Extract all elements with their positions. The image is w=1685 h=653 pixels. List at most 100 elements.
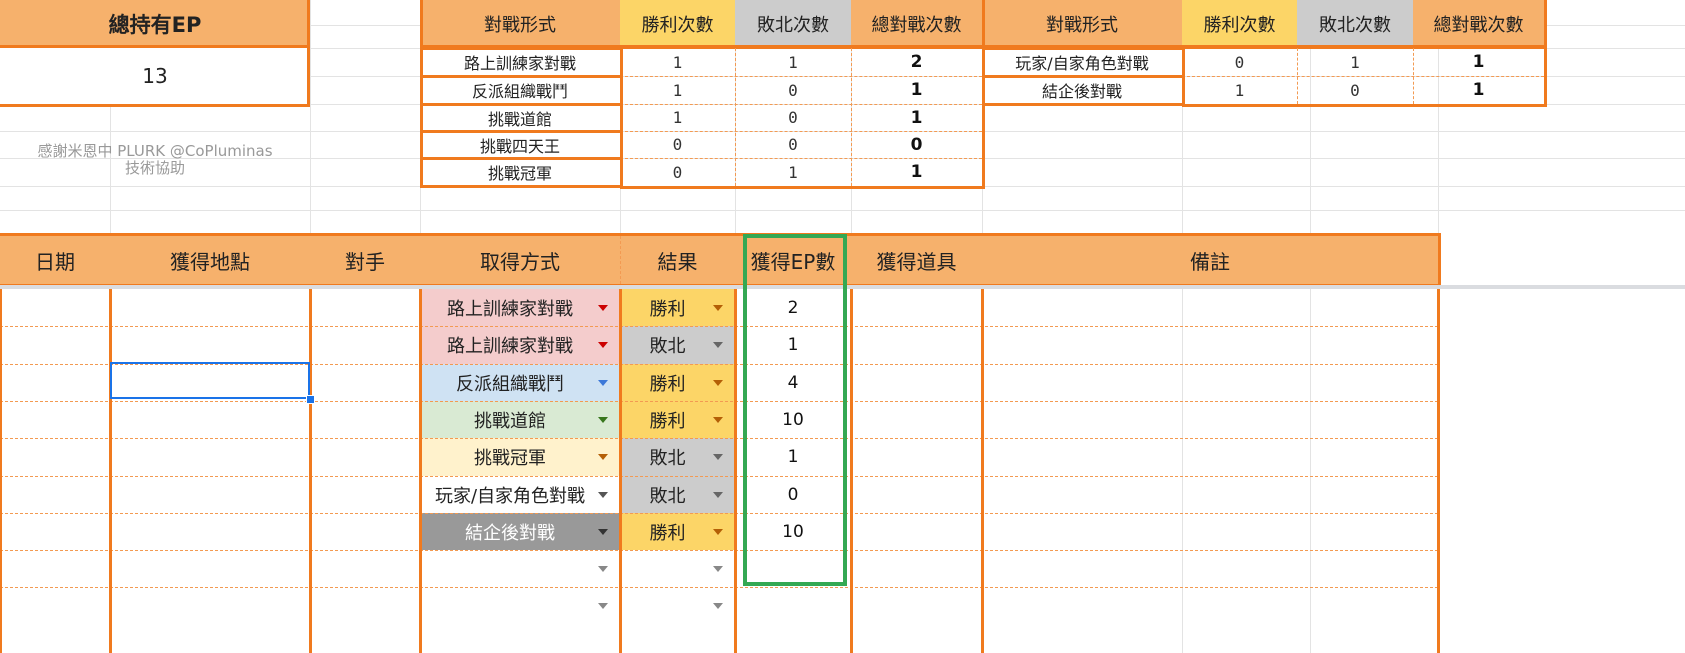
stats-header[interactable]: 勝利次數 [1182, 0, 1297, 48]
chevron-down-icon[interactable] [713, 342, 723, 348]
result-dropdown[interactable]: 勝利 [622, 401, 735, 438]
stats-cell-win[interactable]: 1 [620, 104, 735, 131]
header-location[interactable]: 獲得地點 [110, 236, 310, 284]
header-opponent[interactable]: 對手 [310, 236, 420, 284]
stats-header[interactable]: 總對戰次數 [851, 0, 982, 48]
grid-line [0, 186, 1685, 187]
stats-cell-type[interactable]: 挑戰冠軍 [420, 158, 620, 186]
stats-cell-type[interactable]: 反派組織戰鬥 [420, 76, 620, 104]
stats-cell-win[interactable]: 0 [620, 131, 735, 158]
method-dropdown[interactable]: 挑戰冠軍 [422, 438, 620, 476]
ep-value[interactable]: 4 [735, 364, 851, 401]
stats-cell-type[interactable]: 挑戰道館 [420, 104, 620, 131]
result-dropdown[interactable]: 勝利 [622, 513, 735, 550]
spreadsheet-grid[interactable]: 總持有EP 13 感謝米恩中 PLURK @CoPluminas 技術協助 對戰… [0, 0, 1685, 653]
stats-cell-type[interactable]: 玩家/自家角色對戰 [982, 48, 1182, 76]
result-dropdown[interactable] [622, 550, 735, 587]
stats-header[interactable]: 總對戰次數 [1413, 0, 1544, 48]
header-method[interactable]: 取得方式 [420, 236, 620, 284]
chevron-down-icon[interactable] [598, 379, 608, 386]
result-value: 敗北 [649, 448, 686, 469]
stats-cell-total[interactable]: 1 [1413, 48, 1544, 76]
stats-cell-total[interactable]: 1 [851, 104, 982, 131]
stats-cell-type[interactable]: 挑戰四天王 [420, 131, 620, 158]
credit-line-2: 技術協助 [124, 159, 185, 177]
result-dropdown[interactable] [622, 587, 735, 625]
chevron-down-icon[interactable] [713, 603, 723, 609]
result-dropdown[interactable]: 敗北 [622, 326, 735, 364]
ep-value[interactable]: 1 [735, 326, 851, 364]
fill-handle[interactable] [306, 395, 315, 404]
method-dropdown[interactable]: 反派組織戰鬥 [422, 364, 620, 401]
chevron-down-icon[interactable] [713, 454, 723, 460]
stats-cell-total[interactable]: 1 [851, 76, 982, 104]
result-dropdown[interactable]: 敗北 [622, 438, 735, 476]
chevron-down-icon[interactable] [713, 565, 723, 572]
chevron-down-icon[interactable] [713, 416, 723, 423]
ep-value[interactable] [735, 550, 851, 587]
stats-cell-loss[interactable]: 1 [735, 158, 851, 186]
ep-value[interactable] [735, 587, 851, 625]
stats-cell-loss[interactable]: 1 [1297, 48, 1413, 76]
method-dropdown[interactable] [422, 550, 620, 587]
method-value: 玩家/自家角色對戰 [434, 485, 586, 507]
stats-header[interactable]: 敗北次數 [1297, 0, 1413, 48]
stats-cell-win[interactable]: 0 [620, 158, 735, 186]
chevron-down-icon[interactable] [598, 342, 608, 348]
method-dropdown[interactable]: 玩家/自家角色對戰 [422, 476, 620, 513]
stats-header[interactable]: 對戰形式 [420, 0, 620, 48]
chevron-down-icon[interactable] [598, 454, 608, 460]
stats-cell-total[interactable]: 0 [851, 131, 982, 158]
chevron-down-icon[interactable] [713, 528, 723, 535]
chevron-down-icon[interactable] [598, 603, 608, 609]
method-dropdown[interactable]: 路上訓練家對戰 [422, 289, 620, 326]
ep-value[interactable]: 10 [735, 513, 851, 550]
chevron-down-icon[interactable] [713, 304, 723, 311]
chevron-down-icon[interactable] [598, 416, 608, 423]
stats-cell-win[interactable]: 0 [1182, 48, 1297, 76]
stats-cell-total[interactable]: 1 [1413, 76, 1544, 104]
header-ep[interactable]: 獲得EP數 [735, 236, 851, 284]
result-dropdown[interactable]: 敗北 [622, 476, 735, 513]
stats-cell-type[interactable]: 結企後對戰 [982, 76, 1182, 104]
log-row-divider [0, 326, 1438, 327]
ep-value[interactable]: 1 [735, 438, 851, 476]
stats-cell-loss[interactable]: 0 [735, 76, 851, 104]
log-row-divider [0, 513, 1438, 514]
stats-header[interactable]: 敗北次數 [735, 0, 851, 48]
stats-cell-loss[interactable]: 0 [735, 131, 851, 158]
chevron-down-icon[interactable] [598, 491, 608, 498]
header-items[interactable]: 獲得道具 [851, 236, 982, 284]
stats-cell-total[interactable]: 2 [851, 48, 982, 76]
header-date[interactable]: 日期 [0, 236, 110, 284]
ep-value[interactable]: 0 [735, 476, 851, 513]
stats-row-divider [1182, 76, 1544, 77]
stats-cell-total[interactable]: 1 [851, 158, 982, 186]
selected-cell[interactable] [110, 362, 310, 399]
method-dropdown[interactable]: 挑戰道館 [422, 401, 620, 438]
header-notes[interactable]: 備註 [982, 236, 1438, 284]
stats-cell-loss[interactable]: 0 [735, 104, 851, 131]
ep-value[interactable]: 10 [735, 401, 851, 438]
stats-header[interactable]: 勝利次數 [620, 0, 735, 48]
result-dropdown[interactable]: 勝利 [622, 364, 735, 401]
stats-cell-win[interactable]: 1 [620, 76, 735, 104]
stats-cell-type[interactable]: 路上訓練家對戰 [420, 48, 620, 76]
method-dropdown[interactable] [422, 587, 620, 625]
ep-value[interactable]: 2 [735, 289, 851, 326]
log-column-border [1437, 289, 1440, 653]
stats-cell-win[interactable]: 1 [620, 48, 735, 76]
chevron-down-icon[interactable] [713, 379, 723, 386]
stats-header[interactable]: 對戰形式 [982, 0, 1182, 48]
chevron-down-icon[interactable] [598, 528, 608, 535]
header-result[interactable]: 結果 [620, 236, 735, 284]
chevron-down-icon[interactable] [598, 304, 608, 311]
chevron-down-icon[interactable] [598, 565, 608, 572]
method-dropdown[interactable]: 路上訓練家對戰 [422, 326, 620, 364]
result-dropdown[interactable]: 勝利 [622, 289, 735, 326]
stats-cell-loss[interactable]: 0 [1297, 76, 1413, 104]
stats-cell-loss[interactable]: 1 [735, 48, 851, 76]
method-dropdown[interactable]: 結企後對戰 [422, 513, 620, 550]
stats-cell-win[interactable]: 1 [1182, 76, 1297, 104]
chevron-down-icon[interactable] [713, 491, 723, 498]
